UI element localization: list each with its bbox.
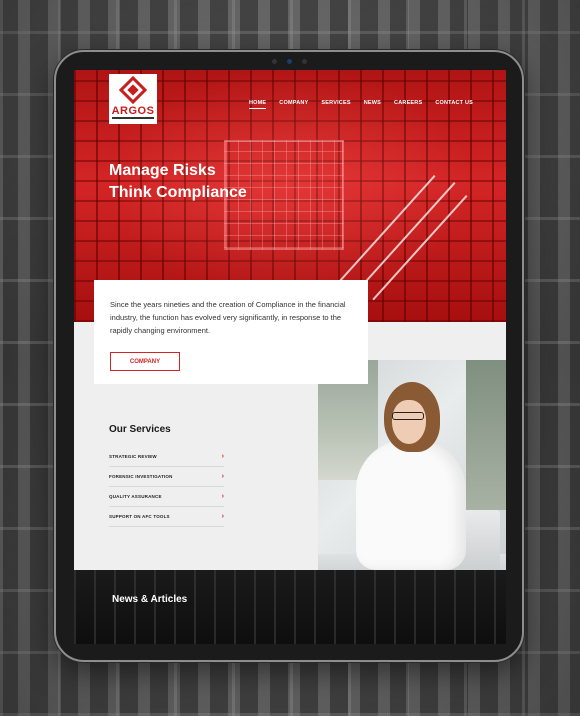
chevron-right-icon: › (221, 473, 224, 480)
company-button[interactable]: COMPANY (110, 352, 180, 371)
businesswoman-photo (318, 360, 506, 604)
nav-careers[interactable]: CAREERS (394, 100, 422, 109)
services-heading: Our Services (109, 424, 171, 435)
hero-title-line1: Manage Risks (109, 162, 216, 179)
service-item-support-afc-tools[interactable]: SUPPORT ON AFC TOOLS › (109, 507, 224, 527)
tablet-camera (259, 58, 319, 64)
tablet-frame: ARGOS HOME COMPANY SERVICES NEWS CAREERS… (54, 50, 524, 662)
logo-mark-icon (118, 75, 148, 104)
chevron-right-icon: › (221, 453, 224, 460)
service-item-label: FORENSIC INVESTIGATION (109, 474, 173, 479)
services-section: Our Services STRATEGIC REVIEW › FORENSIC… (109, 424, 224, 527)
news-section (74, 570, 506, 644)
chevron-right-icon: › (221, 513, 224, 520)
intro-card: Since the years nineties and the creatio… (94, 280, 368, 384)
nav-contact[interactable]: CONTACT US (435, 100, 473, 109)
chevron-right-icon: › (221, 493, 224, 500)
main-nav: HOME COMPANY SERVICES NEWS CAREERS CONTA… (248, 100, 473, 109)
hero-decor-line (372, 195, 468, 301)
news-heading: News & Articles (112, 594, 188, 605)
nav-company[interactable]: COMPANY (279, 100, 308, 109)
nav-news[interactable]: NEWS (364, 100, 381, 109)
service-item-forensic-investigation[interactable]: FORENSIC INVESTIGATION › (109, 467, 224, 487)
hero-title: Manage Risks Think Compliance (109, 160, 247, 204)
hero-decor-line (353, 182, 456, 295)
nav-services[interactable]: SERVICES (321, 100, 350, 109)
service-item-strategic-review[interactable]: STRATEGIC REVIEW › (109, 447, 224, 467)
hero-title-line2: Think Compliance (109, 184, 247, 201)
brand-logo[interactable]: ARGOS (109, 74, 157, 124)
logo-text: ARGOS (111, 104, 155, 119)
nav-home[interactable]: HOME (248, 100, 267, 109)
service-item-quality-assurance[interactable]: QUALITY ASSURANCE › (109, 487, 224, 507)
website-screen: ARGOS HOME COMPANY SERVICES NEWS CAREERS… (74, 70, 506, 644)
intro-text: Since the years nineties and the creatio… (110, 300, 346, 335)
hero-decor-line (333, 175, 436, 288)
service-item-label: QUALITY ASSURANCE (109, 494, 162, 499)
service-item-label: SUPPORT ON AFC TOOLS (109, 514, 170, 519)
service-item-label: STRATEGIC REVIEW (109, 454, 157, 459)
